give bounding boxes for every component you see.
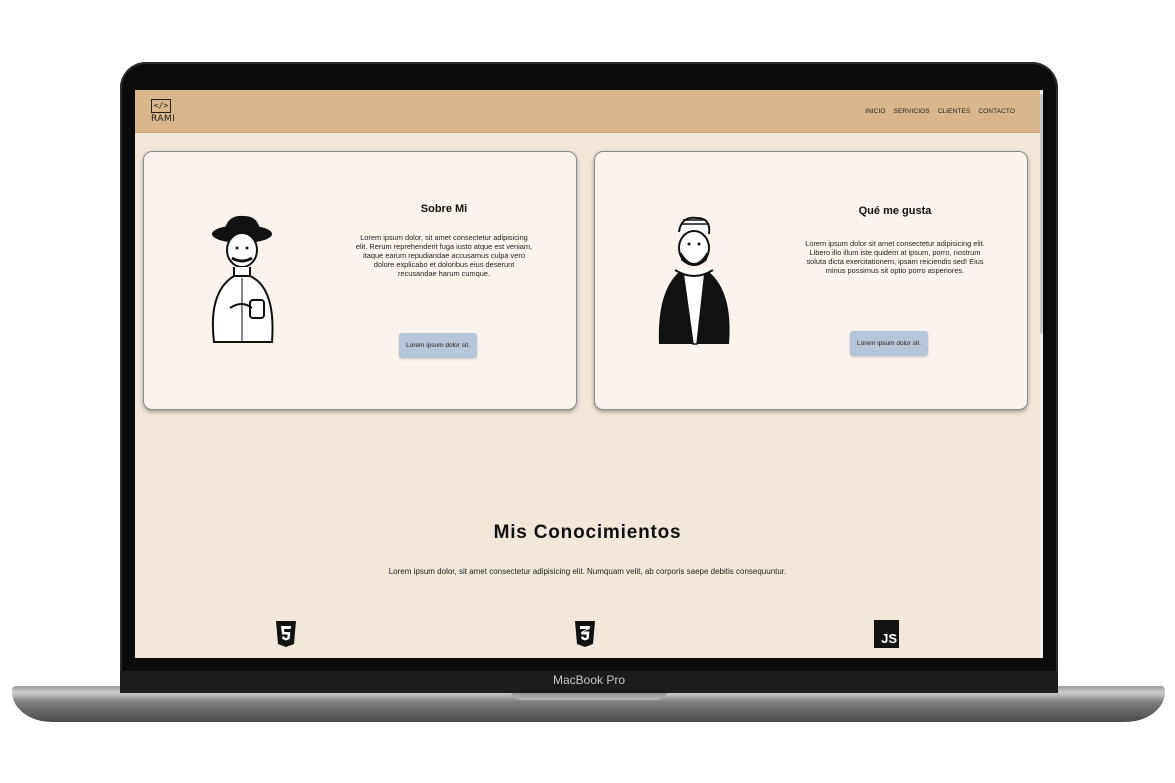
browser-viewport: </> RAMI INICIO SERVICIOS CLIENTES CONTA… — [135, 90, 1043, 658]
card-title: Sobre Mi — [420, 203, 468, 215]
code-icon: </> — [151, 99, 171, 113]
device-label: MacBook Pro — [552, 673, 626, 687]
navbar: </> RAMI INICIO SERVICIOS CLIENTES CONTA… — [135, 90, 1040, 133]
section-title: Mis Conocimientos — [493, 522, 682, 543]
logo[interactable]: </> RAMI — [151, 99, 175, 124]
card-sobre-mi: Sobre Mi Lorem ipsum dolor, sit amet con… — [143, 151, 577, 410]
sobre-mi-button[interactable]: Lorem ipsum dolor sit. — [399, 333, 477, 358]
javascript-icon: JS — [874, 620, 899, 648]
scrollbar[interactable] — [1040, 90, 1043, 658]
html5-icon — [276, 621, 296, 647]
que-me-gusta-button[interactable]: Lorem ipsum dolor sit. — [850, 331, 928, 356]
section-text: Lorem ipsum dolor, sit amet consectetur … — [388, 567, 787, 576]
css3-icon — [575, 621, 595, 647]
card-text: Lorem ipsum dolor sit amet consectetur a… — [805, 239, 985, 275]
bearded-man-illustration — [658, 216, 730, 345]
laptop-chin: MacBook Pro — [120, 671, 1058, 693]
card-title: Qué me gusta — [858, 205, 932, 217]
nav-links: INICIO SERVICIOS CLIENTES CONTACTO — [865, 108, 1015, 115]
card-que-me-gusta: Qué me gusta Lorem ipsum dolor sit amet … — [594, 151, 1028, 410]
card-text: Lorem ipsum dolor, sit amet consectetur … — [355, 233, 533, 278]
nav-link-clientes[interactable]: CLIENTES — [938, 108, 971, 115]
scrollbar-thumb[interactable] — [1040, 94, 1043, 334]
nav-link-contacto[interactable]: CONTACTO — [978, 108, 1015, 115]
logo-text: RAMI — [151, 114, 176, 124]
nav-link-inicio[interactable]: INICIO — [865, 108, 885, 115]
man-with-hat-illustration — [211, 215, 274, 343]
nav-link-servicios[interactable]: SERVICIOS — [894, 108, 930, 115]
